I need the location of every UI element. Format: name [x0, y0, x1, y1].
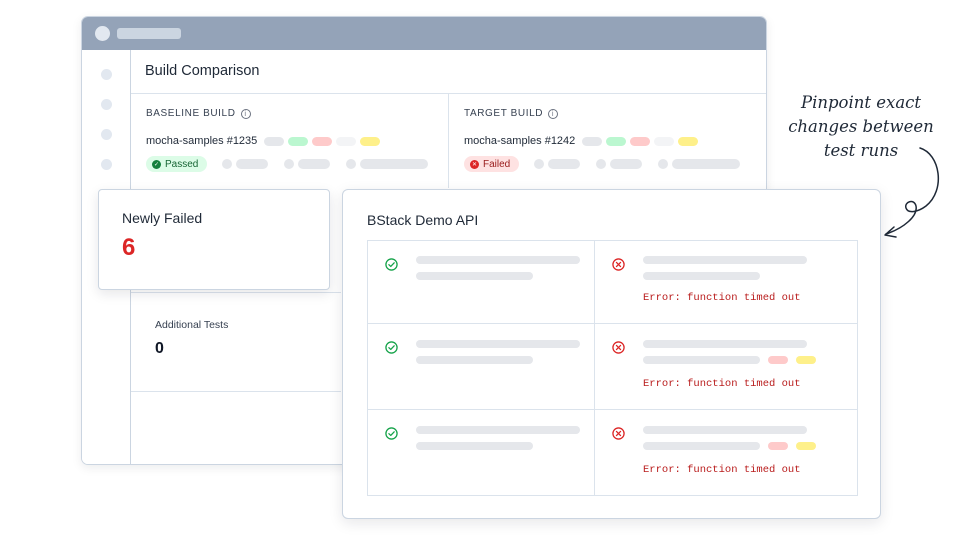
meta-text-placeholder	[548, 159, 580, 169]
meta-icon-placeholder	[284, 159, 294, 169]
tag-pill	[606, 137, 626, 146]
target-build-label-text: TARGET BUILD	[464, 108, 544, 119]
tag-pill	[336, 137, 356, 146]
sidebar-item-2[interactable]	[101, 99, 112, 110]
sidebar-item-3[interactable]	[101, 129, 112, 140]
window-control-dot[interactable]	[95, 26, 110, 41]
baseline-meta-placeholders	[222, 159, 428, 169]
status-badge-text: Failed	[483, 158, 511, 170]
test-comparison-grid: Error: function timed out Error: functio…	[367, 240, 858, 496]
baseline-build-label: BASELINE BUILD i	[146, 108, 251, 119]
meta-text-placeholder	[610, 159, 642, 169]
test-name-placeholder	[643, 426, 807, 434]
baseline-build-panel: BASELINE BUILD i mocha-samples #1235 ✓ P…	[131, 93, 448, 188]
test-detail-placeholder	[416, 272, 533, 280]
meta-icon-placeholder	[596, 159, 606, 169]
status-badge-failed: ✕ Failed	[464, 156, 520, 172]
tag-pill	[582, 137, 602, 146]
tag-pill	[768, 356, 788, 364]
test-detail-placeholder	[643, 442, 760, 450]
tag-pill	[654, 137, 674, 146]
meta-text-placeholder	[672, 159, 740, 169]
baseline-tag-pills	[264, 137, 380, 146]
x-circle-icon	[612, 341, 625, 354]
tag-pill	[678, 137, 698, 146]
meta-text-placeholder	[236, 159, 268, 169]
x-circle-icon	[612, 427, 625, 440]
error-message: Error: function timed out	[643, 292, 801, 304]
divider	[368, 323, 857, 324]
newly-failed-label: Newly Failed	[122, 210, 203, 226]
sidebar-item-1[interactable]	[101, 69, 112, 80]
window-titlebar	[82, 17, 766, 50]
target-build-label: TARGET BUILD i	[464, 108, 559, 119]
target-tag-pills	[582, 137, 698, 146]
meta-icon-placeholder	[534, 159, 544, 169]
tag-pill	[288, 137, 308, 146]
newly-failed-count: 6	[122, 234, 136, 261]
page-title: Build Comparison	[145, 63, 260, 79]
test-detail-placeholder	[416, 356, 533, 364]
baseline-build-label-text: BASELINE BUILD	[146, 108, 236, 119]
test-name-placeholder	[416, 256, 580, 264]
test-detail-placeholder	[643, 356, 760, 364]
x-circle-icon: ✕	[470, 159, 479, 169]
status-badge-passed: ✓ Passed	[146, 156, 208, 172]
api-card-title: BStack Demo API	[367, 212, 479, 228]
divider	[131, 292, 341, 293]
meta-icon-placeholder	[658, 159, 668, 169]
meta-icon-placeholder	[346, 159, 356, 169]
error-message: Error: function timed out	[643, 464, 801, 476]
curved-arrow-icon	[884, 147, 940, 238]
target-build-panel: TARGET BUILD i mocha-samples #1242 ✕ Fai…	[449, 93, 766, 188]
annotation-line: changes between	[788, 117, 934, 136]
tag-pill	[360, 137, 380, 146]
annotation-line: Pinpoint exact	[800, 93, 922, 112]
test-name-placeholder	[416, 426, 580, 434]
divider	[131, 391, 341, 392]
test-name-placeholder	[643, 340, 807, 348]
additional-tests-value: 0	[155, 340, 164, 357]
target-build-name[interactable]: mocha-samples #1242	[464, 135, 575, 147]
test-detail-placeholder	[416, 442, 533, 450]
tag-pill	[264, 137, 284, 146]
status-badge-text: Passed	[165, 158, 199, 170]
tag-pill	[768, 442, 788, 450]
target-meta-placeholders	[534, 159, 740, 169]
window-title-placeholder	[117, 28, 181, 39]
check-circle-icon	[385, 258, 398, 271]
meta-text-placeholder	[298, 159, 330, 169]
x-circle-icon	[612, 258, 625, 271]
tag-pill	[796, 442, 816, 450]
tag-pill	[630, 137, 650, 146]
baseline-build-name[interactable]: mocha-samples #1235	[146, 135, 257, 147]
additional-tests-label: Additional Tests	[155, 319, 229, 331]
newly-failed-card[interactable]: Newly Failed 6	[98, 189, 330, 290]
tag-pill	[796, 356, 816, 364]
divider	[594, 241, 595, 495]
test-name-placeholder	[643, 256, 807, 264]
api-comparison-card: BStack Demo API Error: function timed ou…	[342, 189, 881, 519]
error-message: Error: function timed out	[643, 378, 801, 390]
divider	[368, 409, 857, 410]
check-circle-icon: ✓	[152, 159, 161, 169]
check-circle-icon	[385, 341, 398, 354]
meta-icon-placeholder	[222, 159, 232, 169]
test-detail-placeholder	[643, 272, 760, 280]
test-name-placeholder	[416, 340, 580, 348]
info-icon[interactable]: i	[548, 108, 559, 119]
sidebar-item-4[interactable]	[101, 159, 112, 170]
tag-pill	[312, 137, 332, 146]
info-icon[interactable]: i	[240, 108, 251, 119]
check-circle-icon	[385, 427, 398, 440]
meta-text-placeholder	[360, 159, 428, 169]
